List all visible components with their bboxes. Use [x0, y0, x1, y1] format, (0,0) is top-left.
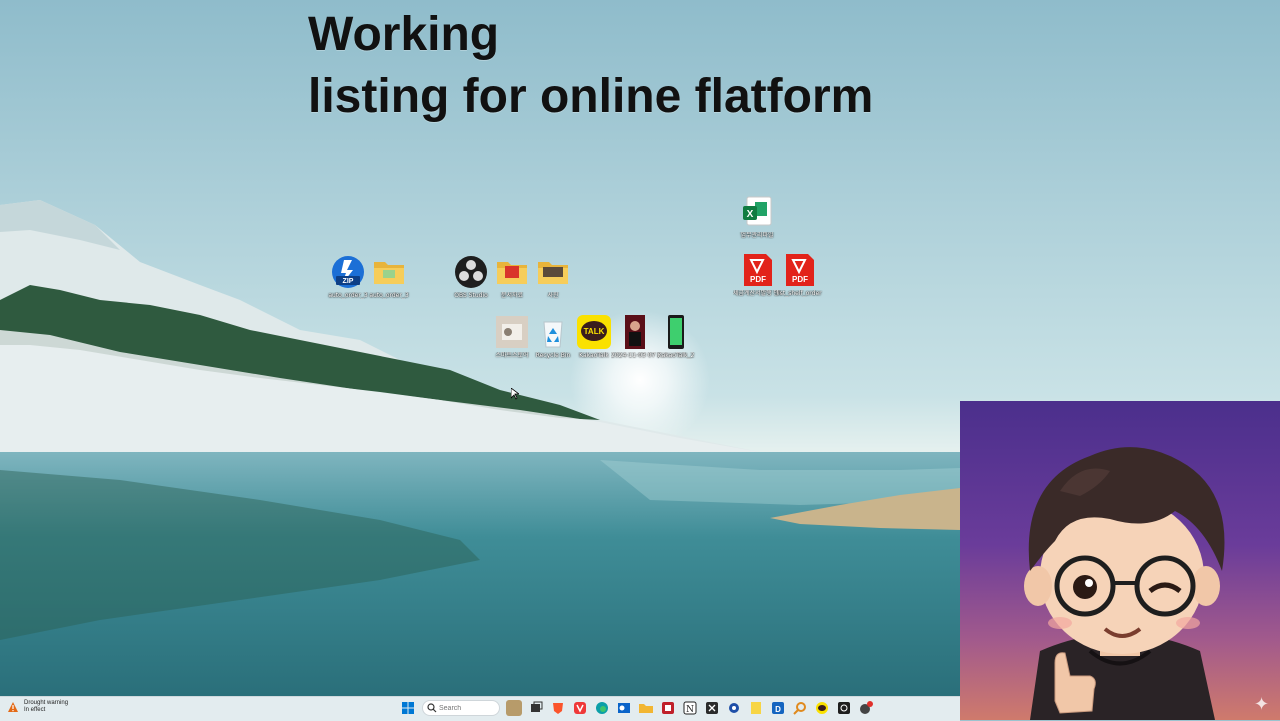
zip-icon: ZIP: [332, 256, 364, 288]
task-view-icon: [531, 701, 543, 712]
app-dark-icon: [706, 702, 718, 714]
sparkle-icon: ✦: [1254, 694, 1270, 714]
app-blue-dot-icon: [729, 703, 739, 713]
outlook-icon: [618, 703, 630, 713]
svg-text:PDF: PDF: [792, 275, 808, 284]
taskbar-brave-button[interactable]: [550, 700, 566, 716]
app-notification-icon: [860, 701, 873, 714]
taskbar-app-d-button[interactable]: D: [770, 700, 786, 716]
phone-screenshot-icon: [668, 315, 684, 349]
desktop-icon-label: 사진: [547, 292, 559, 299]
taskbar-app-dark-button[interactable]: [704, 700, 720, 716]
svg-text:X: X: [747, 209, 754, 220]
folder-icon: [497, 262, 527, 284]
kakaotalk-icon: TALK: [577, 315, 611, 349]
desktop-icon-folder-auto[interactable]: auto_order_3: [365, 254, 413, 299]
search-icon: [427, 703, 437, 713]
taskbar-app-search-button[interactable]: [792, 700, 808, 716]
start-button[interactable]: [400, 700, 416, 716]
warning-icon: [8, 702, 18, 712]
taskbar-search[interactable]: [422, 700, 500, 716]
taskbar-app-blue-dot-button[interactable]: [726, 700, 742, 716]
image-thumbnail-icon: [496, 316, 528, 348]
weather-text: Drought warning In effect: [24, 700, 68, 714]
weather-title: Drought warning: [24, 700, 69, 706]
svg-text:PDF: PDF: [750, 275, 766, 284]
weather-subtitle: In effect: [24, 707, 46, 713]
obs-studio-icon: [455, 256, 487, 288]
desktop-icon-label: KakaoTalk_2: [657, 352, 695, 359]
desktop-icon-label: list_shelf_order: [776, 290, 822, 297]
desktop-icon-label: 세금계산서발행 안내: [733, 290, 781, 297]
pdf-icon: PDF: [786, 254, 814, 286]
taskbar-notes-button[interactable]: [748, 700, 764, 716]
svg-text:D: D: [775, 705, 781, 714]
app-red-icon: [662, 702, 674, 714]
taskbar-notion-button[interactable]: N: [682, 700, 698, 716]
folder-icon: [538, 262, 568, 284]
overlay-title-line-1: Working: [308, 8, 500, 61]
file-explorer-icon: [639, 704, 653, 713]
mouse-cursor-icon: [511, 388, 519, 400]
windows-start-icon: [402, 702, 414, 714]
search-input[interactable]: [437, 704, 489, 712]
edge-browser-icon: [596, 702, 608, 714]
sticky-notes-icon: [751, 702, 761, 714]
notion-icon: N: [683, 701, 697, 715]
webcam-avatar-overlay: [960, 401, 1280, 720]
desktop-icon-excel[interactable]: X 업무관리파일: [733, 194, 781, 239]
video-overlay-title: Working listing for online flatform: [308, 4, 873, 128]
taskbar: Drought warning In effect Search N D: [0, 696, 960, 721]
desktop-icon-label: auto_order_3: [369, 292, 409, 299]
pdf-icon: PDF: [744, 254, 772, 286]
desktop-icon-phone[interactable]: KakaoTalk_2: [652, 314, 700, 359]
taskbar-obs-button[interactable]: [836, 700, 852, 716]
taskbar-outlook-button[interactable]: [616, 700, 632, 716]
obs-studio-icon: [838, 702, 850, 714]
taskbar-app-red-button[interactable]: [660, 700, 676, 716]
taskbar-apps: N D: [400, 700, 880, 716]
cartoon-avatar-illustration: [1024, 447, 1225, 720]
brave-browser-icon: [553, 703, 563, 714]
vivaldi-icon: [574, 702, 586, 714]
taskbar-task-view-button[interactable]: [528, 700, 544, 716]
app-d-icon: D: [772, 702, 784, 714]
desktop-icon-label: 업무관리파일: [740, 232, 774, 239]
desktop-icon-folder-photo[interactable]: 사진: [529, 254, 577, 299]
taskbar-file-explorer-button[interactable]: [638, 700, 654, 716]
svg-text:N: N: [686, 705, 694, 715]
svg-text:ZIP: ZIP: [343, 278, 354, 285]
recycle-bin-icon: [543, 321, 563, 348]
overlay-title-line-2: listing for online flatform: [308, 70, 874, 123]
taskbar-edge-button[interactable]: [594, 700, 610, 716]
desktop-icon-pdf-2[interactable]: PDF list_shelf_order: [775, 252, 823, 297]
weather-widget[interactable]: Drought warning In effect: [8, 700, 68, 714]
taskbar-vivaldi-button[interactable]: [572, 700, 588, 716]
folder-icon: [374, 262, 404, 284]
taskbar-app-red-dot-button[interactable]: [858, 700, 874, 716]
magnifier-app-icon: [793, 702, 806, 715]
taskbar-widgets-button[interactable]: [506, 700, 522, 716]
svg-text:TALK: TALK: [584, 327, 605, 336]
excel-icon: X: [743, 196, 772, 226]
image-thumbnail-icon: [625, 315, 645, 349]
kakaotalk-icon: [816, 702, 828, 714]
taskbar-kakaotalk-button[interactable]: [814, 700, 830, 716]
desktop-icon-pdf-1[interactable]: PDF 세금계산서발행 안내: [733, 252, 781, 297]
